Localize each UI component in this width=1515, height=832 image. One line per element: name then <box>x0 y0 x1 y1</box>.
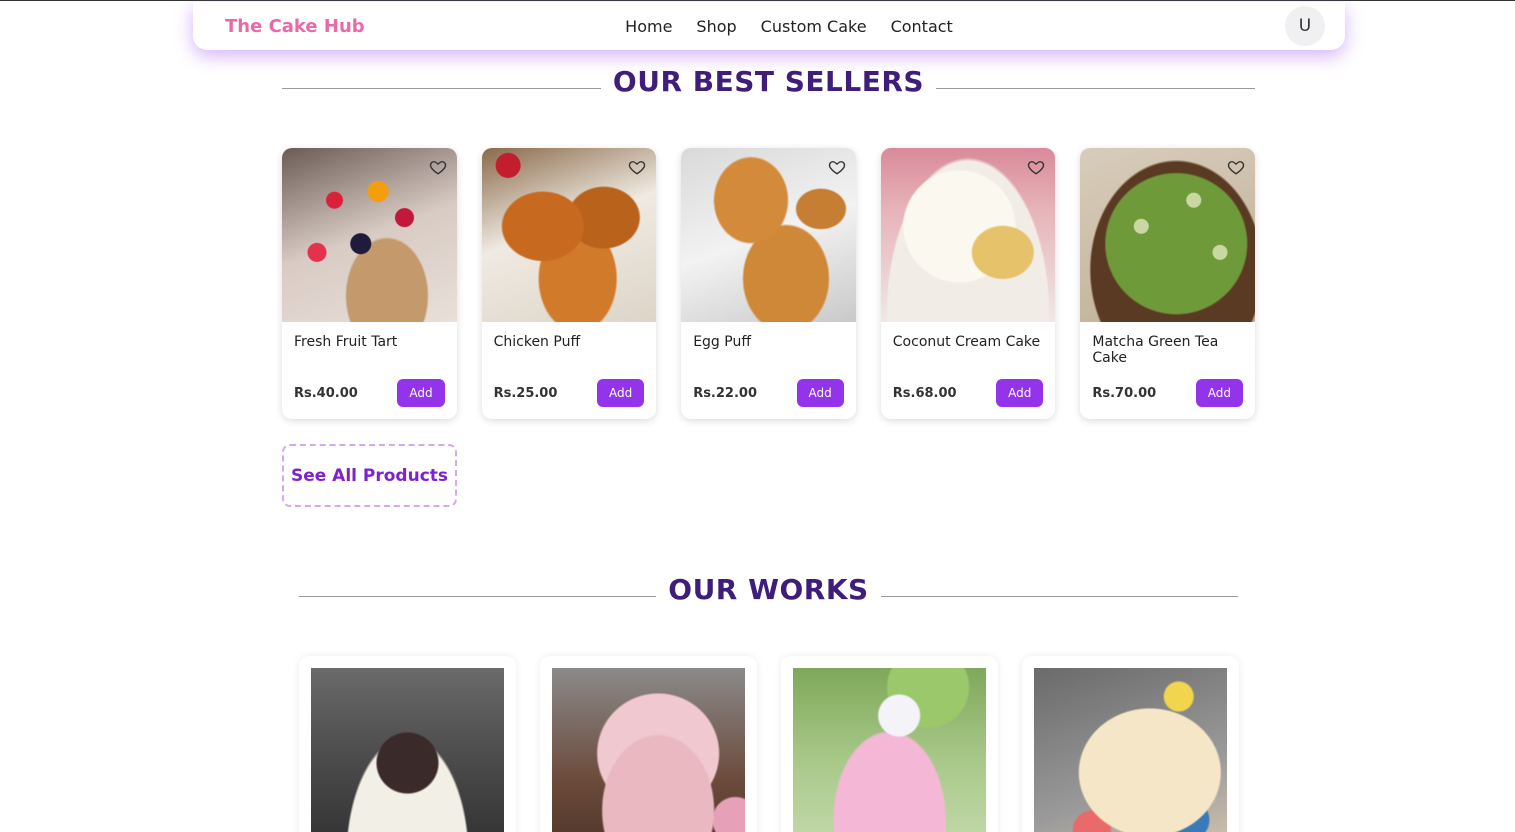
product-card[interactable]: Fresh Fruit Tart Rs.40.00 Add <box>282 148 457 419</box>
nav-links: Home Shop Custom Cake Contact <box>625 17 953 36</box>
add-to-cart-button[interactable]: Add <box>1195 379 1243 407</box>
heading-divider-right <box>880 596 1238 597</box>
product-card-body: Coconut Cream Cake Rs.68.00 Add <box>881 322 1056 419</box>
works-gallery <box>299 656 1239 832</box>
heading-divider-left <box>282 88 601 89</box>
product-name: Coconut Cream Cake <box>892 334 1041 350</box>
nav-right: U <box>1113 6 1325 46</box>
product-price: Rs.40.00 <box>294 385 358 401</box>
product-name: Egg Puff <box>693 334 751 350</box>
product-card-body: Egg Puff Rs.22.00 Add <box>681 322 856 419</box>
our-works-heading: OUR WORKS <box>299 573 1238 606</box>
product-card[interactable]: Matcha Green Tea Cake Rs.70.00 Add <box>1080 148 1255 419</box>
nav-link-home[interactable]: Home <box>625 17 672 36</box>
add-to-cart-button[interactable]: Add <box>996 379 1044 407</box>
product-footer: Rs.68.00 Add <box>893 379 1044 407</box>
product-footer: Rs.70.00 Add <box>1092 379 1243 407</box>
work-card[interactable] <box>1022 656 1239 832</box>
product-image-fruit-tart <box>282 148 457 322</box>
product-footer: Rs.25.00 Add <box>494 379 645 407</box>
add-to-cart-button[interactable]: Add <box>397 379 445 407</box>
heart-icon[interactable] <box>1027 158 1045 176</box>
product-price: Rs.25.00 <box>493 385 558 401</box>
product-footer: Rs.40.00 Add <box>294 379 445 407</box>
work-image-graduation-cake <box>552 668 745 832</box>
work-card[interactable] <box>781 656 998 832</box>
heading-divider-right <box>936 88 1256 89</box>
our-works-title: OUR WORKS <box>668 573 869 606</box>
work-image-anniversary-cake <box>311 668 504 832</box>
nav-link-shop[interactable]: Shop <box>696 17 736 36</box>
product-card-body: Fresh Fruit Tart Rs.40.00 Add <box>282 322 457 419</box>
product-image-coconut-cake <box>880 148 1056 322</box>
heart-icon[interactable] <box>1227 158 1245 176</box>
best-sellers-title: OUR BEST SELLERS <box>612 65 925 98</box>
product-image-chicken-puff <box>481 148 657 322</box>
product-price: Rs.22.00 <box>693 385 757 401</box>
product-price: Rs.68.00 <box>892 385 957 401</box>
product-card-body: Chicken Puff Rs.25.00 Add <box>482 322 657 419</box>
product-card[interactable]: Egg Puff Rs.22.00 Add <box>681 148 856 419</box>
nav-link-contact[interactable]: Contact <box>891 17 953 36</box>
product-card-body: Matcha Green Tea Cake Rs.70.00 Add <box>1080 322 1255 419</box>
product-list: Fresh Fruit Tart Rs.40.00 Add Chicken Pu… <box>282 148 1255 419</box>
see-all-products-button[interactable]: See All Products <box>282 444 457 507</box>
product-card[interactable]: Chicken Puff Rs.25.00 Add <box>481 148 657 419</box>
product-image-egg-puff <box>681 148 856 322</box>
product-price: Rs.70.00 <box>1092 385 1157 401</box>
best-sellers-heading: OUR BEST SELLERS <box>282 65 1256 98</box>
work-image-unicorn-cake <box>793 668 986 832</box>
nav-link-custom-cake[interactable]: Custom Cake <box>761 17 867 36</box>
heart-icon[interactable] <box>429 158 447 176</box>
heading-divider-left <box>299 596 657 597</box>
product-name: Matcha Green Tea Cake <box>1092 334 1219 366</box>
user-avatar[interactable]: U <box>1285 6 1325 46</box>
product-name: Chicken Puff <box>493 334 581 350</box>
product-image-matcha-cake <box>1080 148 1255 322</box>
product-name: Fresh Fruit Tart <box>294 334 398 350</box>
heart-icon[interactable] <box>628 158 646 176</box>
add-to-cart-button[interactable]: Add <box>596 379 645 407</box>
work-card[interactable] <box>299 656 516 832</box>
product-footer: Rs.22.00 Add <box>693 379 844 407</box>
navbar: The Cake Hub Home Shop Custom Cake Conta… <box>193 2 1345 50</box>
brand-logo[interactable]: The Cake Hub <box>225 16 425 37</box>
work-image-butterfly-cake <box>1034 668 1227 832</box>
work-card[interactable] <box>540 656 757 832</box>
heart-icon[interactable] <box>828 158 846 176</box>
add-to-cart-button[interactable]: Add <box>796 379 844 407</box>
product-card[interactable]: Coconut Cream Cake Rs.68.00 Add <box>880 148 1056 419</box>
